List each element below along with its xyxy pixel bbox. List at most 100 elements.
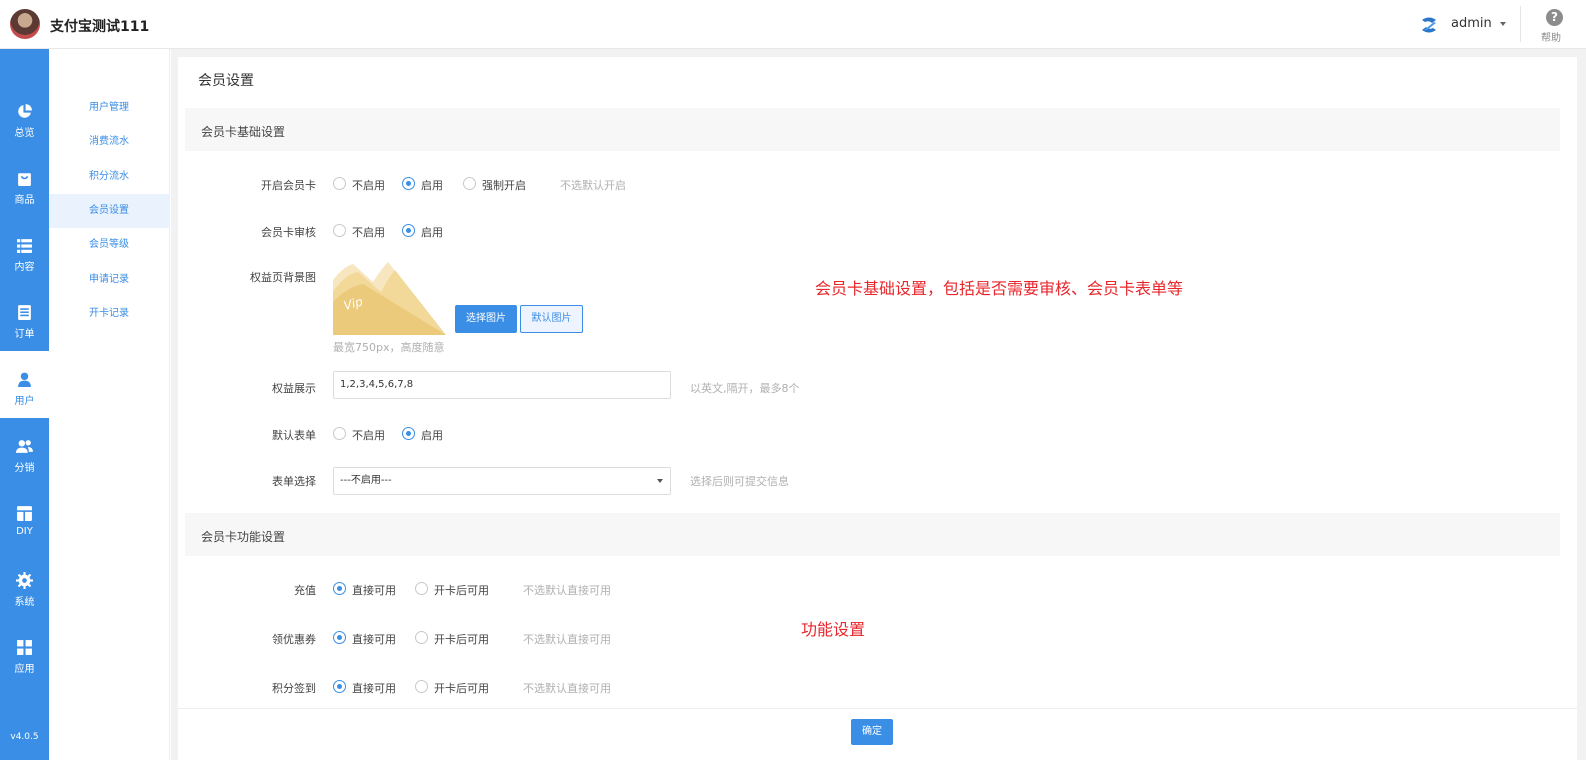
radio-signin-after-card[interactable] — [415, 680, 428, 693]
radio-recharge-direct[interactable] — [333, 582, 346, 595]
subnav-item-user-management[interactable]: 用户管理 — [49, 91, 170, 125]
radio-coupon-direct[interactable] — [333, 631, 346, 644]
nav-item-goods[interactable]: 商品 — [0, 150, 49, 217]
radio-label[interactable]: 直接可用 — [352, 680, 396, 696]
nav-label: 分销 — [14, 463, 35, 474]
nav-item-system[interactable]: 系统 — [0, 552, 49, 619]
form-select-dropdown[interactable]: ---不启用--- — [333, 467, 671, 495]
radio-label[interactable]: 开卡后可用 — [434, 631, 489, 647]
nav-label: 用户 — [14, 396, 35, 407]
field-hint: 不选默认直接可用 — [523, 584, 611, 597]
help-icon[interactable]: ? — [1546, 9, 1563, 26]
nav-label: 商品 — [14, 195, 35, 206]
nav-item-users[interactable]: 用户 — [0, 351, 49, 418]
nav-item-distribution[interactable]: 分销 — [0, 418, 49, 485]
nav-item-diy[interactable]: DIY — [0, 485, 49, 552]
divider — [1520, 6, 1521, 42]
benefits-input[interactable]: 1,2,3,4,5,6,7,8 — [333, 371, 671, 399]
user-icon — [18, 372, 31, 387]
layout-icon — [17, 506, 32, 521]
field-label: 默认表单 — [272, 429, 316, 442]
choose-image-button[interactable]: 选择图片 — [455, 305, 517, 333]
shopping-bag-icon — [18, 173, 31, 186]
nav-item-content[interactable]: 内容 — [0, 217, 49, 284]
field-hint: 不选默认直接可用 — [523, 682, 611, 695]
field-hint: 以英文,隔开，最多8个 — [690, 382, 800, 395]
chevron-down-icon — [657, 479, 663, 483]
field-label: 开启会员卡 — [261, 179, 316, 192]
default-image-button[interactable]: 默认图片 — [520, 305, 583, 333]
version-label: v4.0.5 — [10, 732, 39, 742]
chevron-down-icon[interactable] — [1500, 22, 1506, 26]
nav-label: 订单 — [14, 329, 35, 340]
nav-item-overview[interactable]: 总览 — [0, 83, 49, 150]
admin-logo-icon — [1422, 17, 1436, 33]
radio-label[interactable]: 开卡后可用 — [434, 582, 489, 598]
users-icon — [16, 440, 33, 453]
field-label: 权益页背景图 — [250, 271, 316, 284]
subnav-item-consumption[interactable]: 消费流水 — [49, 125, 170, 159]
form-footer: 确定 — [178, 708, 1577, 760]
radio-default-form-disabled[interactable] — [333, 427, 346, 440]
shop-name[interactable]: 支付宝测试111 — [50, 16, 149, 36]
main-sidebar: 总览 商品 内容 订单 用户 分销 DIY 系统 应用 v4.0.5 — [0, 49, 49, 760]
field-label: 权益展示 — [272, 382, 316, 395]
radio-coupon-after-card[interactable] — [415, 631, 428, 644]
nav-label: 内容 — [14, 262, 35, 273]
select-value: ---不启用--- — [340, 475, 392, 486]
settings-panel: 会员设置 会员卡基础设置 开启会员卡 不启用 启用 强制开启 不选默认开启 会员… — [178, 57, 1577, 760]
subnav-item-card-records[interactable]: 开卡记录 — [49, 297, 170, 331]
section-title: 会员卡功能设置 — [201, 530, 286, 544]
radio-label[interactable]: 强制开启 — [482, 177, 526, 193]
annotation-function-settings: 功能设置 — [801, 620, 866, 639]
help-label[interactable]: 帮助 — [1541, 29, 1561, 44]
field-hint: 选择后则可提交信息 — [690, 475, 789, 488]
nav-label: 应用 — [14, 664, 35, 675]
radio-label[interactable]: 直接可用 — [352, 582, 396, 598]
radio-label[interactable]: 启用 — [421, 427, 443, 443]
radio-audit-enabled[interactable] — [402, 224, 415, 237]
nav-label: DIY — [16, 526, 33, 537]
radio-recharge-after-card[interactable] — [415, 582, 428, 595]
pie-chart-icon — [18, 104, 32, 118]
shop-avatar[interactable] — [10, 9, 40, 39]
nav-label: 总览 — [14, 128, 35, 139]
radio-audit-disabled[interactable] — [333, 224, 346, 237]
field-label: 充值 — [294, 584, 316, 597]
admin-username[interactable]: admin — [1451, 16, 1492, 31]
subnav-item-member-levels[interactable]: 会员等级 — [49, 228, 170, 262]
field-label: 表单选择 — [272, 475, 316, 488]
annotation-basic-settings: 会员卡基础设置，包括是否需要审核、会员卡表单等 — [815, 279, 1184, 298]
radio-label[interactable]: 启用 — [421, 224, 443, 240]
radio-label[interactable]: 开卡后可用 — [434, 680, 489, 696]
nav-item-apps[interactable]: 应用 — [0, 619, 49, 686]
field-hint: 最宽750px，高度随意 — [333, 341, 445, 354]
section-header-function: 会员卡功能设置 — [185, 513, 1560, 556]
radio-label[interactable]: 启用 — [421, 177, 443, 193]
section-header-basic: 会员卡基础设置 — [185, 108, 1560, 151]
content-area: 会员设置 会员卡基础设置 开启会员卡 不启用 启用 强制开启 不选默认开启 会员… — [171, 49, 1586, 760]
radio-signin-direct[interactable] — [333, 680, 346, 693]
radio-label[interactable]: 不启用 — [352, 177, 385, 193]
field-hint: 不选默认直接可用 — [523, 633, 611, 646]
subnav-item-points[interactable]: 积分流水 — [49, 160, 170, 194]
subnav-item-member-settings[interactable]: 会员设置 — [49, 194, 170, 228]
radio-open-card-enabled[interactable] — [402, 177, 415, 190]
radio-label[interactable]: 不启用 — [352, 224, 385, 240]
list-icon — [17, 239, 32, 253]
field-label: 会员卡审核 — [261, 226, 316, 239]
document-icon — [18, 305, 31, 320]
radio-open-card-forced[interactable] — [463, 177, 476, 190]
radio-label[interactable]: 不启用 — [352, 427, 385, 443]
field-label: 积分签到 — [272, 682, 316, 695]
page-title: 会员设置 — [198, 73, 254, 89]
confirm-button[interactable]: 确定 — [851, 719, 893, 745]
radio-default-form-enabled[interactable] — [402, 427, 415, 440]
radio-open-card-disabled[interactable] — [333, 177, 346, 190]
field-hint: 不选默认开启 — [560, 179, 626, 192]
nav-item-orders[interactable]: 订单 — [0, 284, 49, 351]
top-bar: 支付宝测试111 admin ? 帮助 — [0, 0, 1586, 49]
subnav-item-applications[interactable]: 申请记录 — [49, 263, 170, 297]
vip-background-preview[interactable]: Vip — [333, 262, 446, 335]
radio-label[interactable]: 直接可用 — [352, 631, 396, 647]
